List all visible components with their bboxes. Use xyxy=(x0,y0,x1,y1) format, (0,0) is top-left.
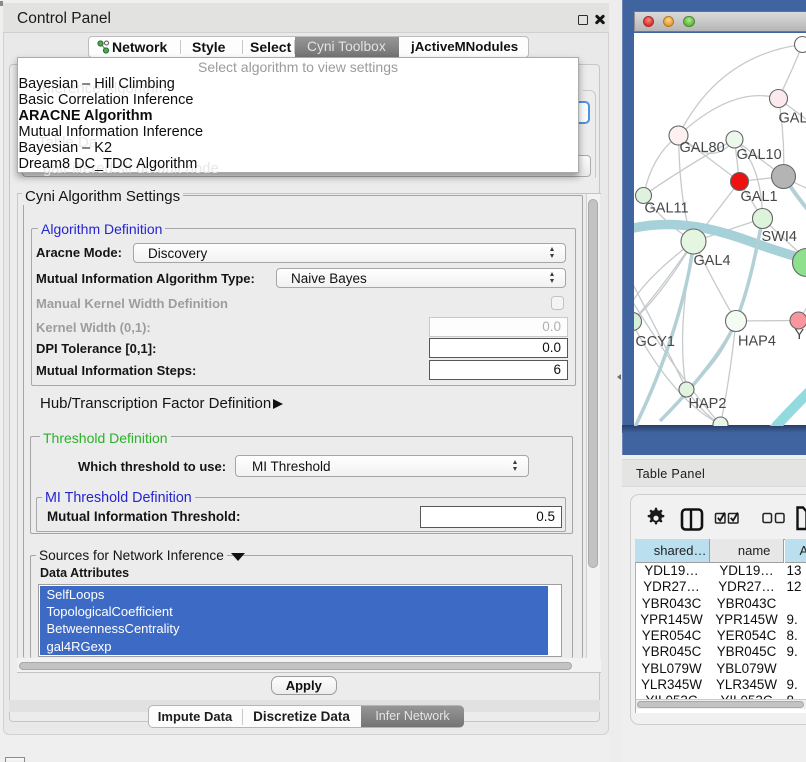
svg-text:GCY1: GCY1 xyxy=(635,334,675,350)
svg-text:GAL4: GAL4 xyxy=(693,253,730,269)
svg-text:HAP2: HAP2 xyxy=(688,396,726,412)
svg-text:SWI4: SWI4 xyxy=(761,229,796,245)
svg-text:GAL1: GAL1 xyxy=(740,189,777,205)
svg-text:GAL: GAL xyxy=(778,110,806,126)
svg-text:HAP4: HAP4 xyxy=(738,333,776,349)
svg-text:GAL10: GAL10 xyxy=(736,147,781,163)
svg-text:Y: Y xyxy=(794,327,804,343)
svg-text:GAL80: GAL80 xyxy=(679,140,724,156)
svg-text:GAL11: GAL11 xyxy=(644,200,688,216)
